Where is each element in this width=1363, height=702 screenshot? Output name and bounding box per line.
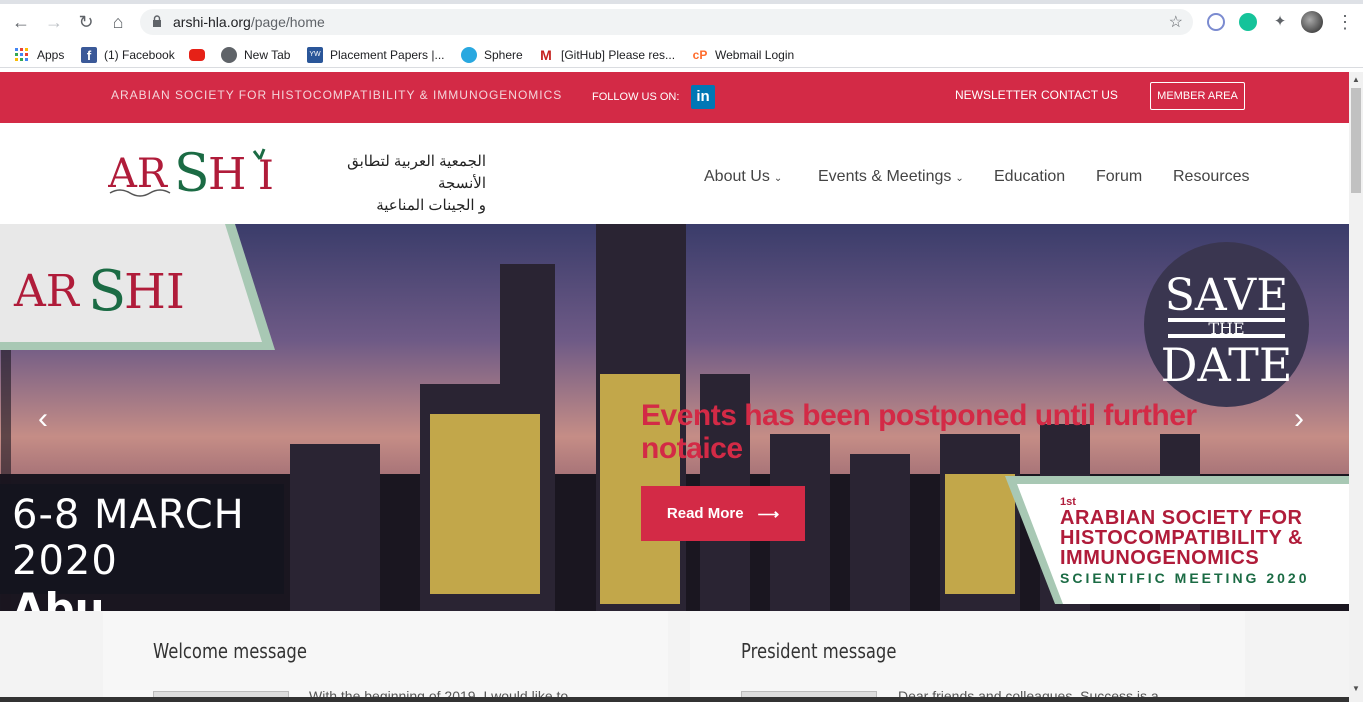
hero-slider: AR S HI ‹ › Events has been postponed un… <box>0 224 1349 611</box>
forward-arrow-icon[interactable]: → <box>42 10 66 34</box>
browser-chrome: ← → ↻ ⌂ arshi-hla.org/page/home ☆ ✦ ⋮ Ap… <box>0 0 1363 72</box>
nav-label: About Us <box>704 168 770 185</box>
facebook-icon: f <box>81 47 97 63</box>
svg-text:I: I <box>258 153 274 198</box>
url-text: arshi-hla.org/page/home <box>173 14 325 30</box>
messages-section: Welcome message With the beginning of 20… <box>0 611 1349 702</box>
back-arrow-icon[interactable]: ← <box>9 10 33 34</box>
puzzle-icon[interactable]: ✦ <box>1271 13 1289 31</box>
taskbar-edge <box>0 697 1349 702</box>
nav-forum[interactable]: Forum <box>1096 168 1142 186</box>
bookmark-placement-papers[interactable]: YW Placement Papers |... <box>307 46 445 64</box>
nav-resources[interactable]: Resources <box>1173 168 1249 186</box>
meeting-line-4: SCIENTIFIC MEETING 2020 <box>1060 570 1310 586</box>
site-header: AR S H I الجمعية العربية لتطابق الأنسجة … <box>0 123 1349 223</box>
bookmark-label: Sphere <box>484 48 523 62</box>
bookmark-label: Placement Papers |... <box>330 48 445 62</box>
nav-education[interactable]: Education <box>994 168 1065 186</box>
chevron-down-icon: ⌄ <box>955 173 964 184</box>
nav-events-meetings[interactable]: Events & Meetings ⌄ <box>818 168 964 186</box>
bookmark-sphere[interactable]: Sphere <box>461 46 523 64</box>
lock-icon <box>153 15 161 27</box>
bookmark-label: [GitHub] Please res... <box>561 48 676 62</box>
svg-text:AR: AR <box>13 266 81 317</box>
slider-next-arrow-icon[interactable]: › <box>1294 402 1304 436</box>
bookmark-new-tab[interactable]: New Tab <box>221 46 290 64</box>
president-title: President message <box>741 639 897 663</box>
hero-logo-banner: AR S HI <box>0 224 275 350</box>
scroll-up-arrow-icon[interactable]: ▲ <box>1352 75 1360 84</box>
globe-icon <box>221 47 237 63</box>
bookmarks-bar: Apps f (1) Facebook New Tab YW Placement… <box>0 40 1363 68</box>
member-area-button[interactable]: MEMBER AREA <box>1150 82 1245 110</box>
nav-label: Events & Meetings <box>818 168 952 185</box>
slider-prev-arrow-icon[interactable]: ‹ <box>38 402 48 436</box>
web-page: ARABIAN SOCIETY FOR HISTOCOMPATIBILITY &… <box>0 72 1349 702</box>
placement-icon: YW <box>307 47 323 63</box>
welcome-title: Welcome message <box>153 639 307 663</box>
arshi-logo[interactable]: AR S H I <box>108 143 288 198</box>
nav-about-us[interactable]: About Us ⌄ <box>704 168 782 186</box>
bookmark-star-icon[interactable]: ☆ <box>1169 12 1183 32</box>
more-menu-icon[interactable]: ⋮ <box>1333 10 1357 34</box>
bookmark-label: Apps <box>37 48 65 62</box>
avatar[interactable] <box>1301 11 1323 33</box>
bookmark-facebook[interactable]: f (1) Facebook <box>81 46 175 64</box>
contact-us-link[interactable]: CONTACT US <box>1041 88 1118 102</box>
top-bar: ARABIAN SOCIETY FOR HISTOCOMPATIBILITY &… <box>0 72 1349 123</box>
scroll-thumb[interactable] <box>1351 88 1361 193</box>
grammarly-icon[interactable] <box>1239 13 1257 31</box>
address-bar[interactable]: arshi-hla.org/page/home ☆ <box>140 9 1193 35</box>
bookmark-label: Webmail Login <box>715 48 795 62</box>
arabic-line-1: الجمعية العربية لتطابق الأنسجة <box>347 153 486 192</box>
cpanel-icon: cP <box>692 48 708 62</box>
bookmark-apps[interactable]: Apps <box>14 46 64 64</box>
bookmark-youtube[interactable] <box>189 46 205 64</box>
svg-text:S: S <box>174 144 210 198</box>
meeting-line-1: ARABIAN SOCIETY FOR <box>1060 507 1303 529</box>
svg-text:S: S <box>88 259 126 324</box>
bookmark-label: (1) Facebook <box>104 48 175 62</box>
extension-icon[interactable] <box>1207 13 1225 31</box>
hero-headline: Events has been postponed until further … <box>641 399 1197 465</box>
svg-text:H: H <box>208 149 246 198</box>
bookmark-label: New Tab <box>244 48 291 62</box>
linkedin-icon[interactable]: in <box>691 85 715 109</box>
event-dates: 6-8 MARCH 2020 <box>12 492 245 584</box>
home-icon[interactable]: ⌂ <box>106 10 130 34</box>
page-scrollbar[interactable]: ▲ ▼ <box>1349 72 1363 702</box>
apps-grid-icon <box>15 48 28 61</box>
follow-label: FOLLOW US ON: <box>592 91 680 103</box>
the-text: THE <box>1168 318 1285 338</box>
event-date-box: 6-8 MARCH 2020 Abu Dhabi, UAE <box>0 484 284 611</box>
long-arrow-right-icon: ⟶ <box>757 505 780 523</box>
read-more-button[interactable]: Read More ⟶ <box>641 486 805 541</box>
youtube-icon <box>189 49 205 61</box>
date-text: DATE <box>1160 338 1293 392</box>
save-text: SAVE <box>1164 270 1289 321</box>
browser-toolbar: ← → ↻ ⌂ arshi-hla.org/page/home ☆ ✦ ⋮ <box>0 4 1363 40</box>
scroll-down-arrow-icon[interactable]: ▼ <box>1352 684 1360 693</box>
svg-text:HI: HI <box>124 264 185 320</box>
bookmark-github[interactable]: M [GitHub] Please res... <box>538 46 675 64</box>
gmail-icon: M <box>540 47 552 63</box>
society-name: ARABIAN SOCIETY FOR HISTOCOMPATIBILITY &… <box>111 88 563 102</box>
meeting-title: 1st ARABIAN SOCIETY FOR HISTOCOMPATIBILI… <box>1060 496 1345 586</box>
reload-icon[interactable]: ↻ <box>74 10 98 34</box>
save-the-date-badge: SAVE THE DATE <box>1144 242 1309 407</box>
read-more-label: Read More <box>666 505 744 522</box>
arabic-society-name: الجمعية العربية لتطابق الأنسجة و الجينات… <box>300 151 486 217</box>
bookmark-webmail[interactable]: cP Webmail Login <box>692 46 795 64</box>
meeting-line-3: IMMUNOGENOMICS <box>1060 547 1260 569</box>
sphere-icon <box>461 47 477 63</box>
event-location: Abu Dhabi, UAE <box>12 584 105 611</box>
arabic-line-2: و الجينات المناعية <box>376 197 486 214</box>
newsletter-link[interactable]: NEWSLETTER <box>955 88 1037 102</box>
chevron-down-icon: ⌄ <box>773 173 783 184</box>
meeting-line-2: HISTOCOMPATIBILITY & <box>1060 527 1303 549</box>
